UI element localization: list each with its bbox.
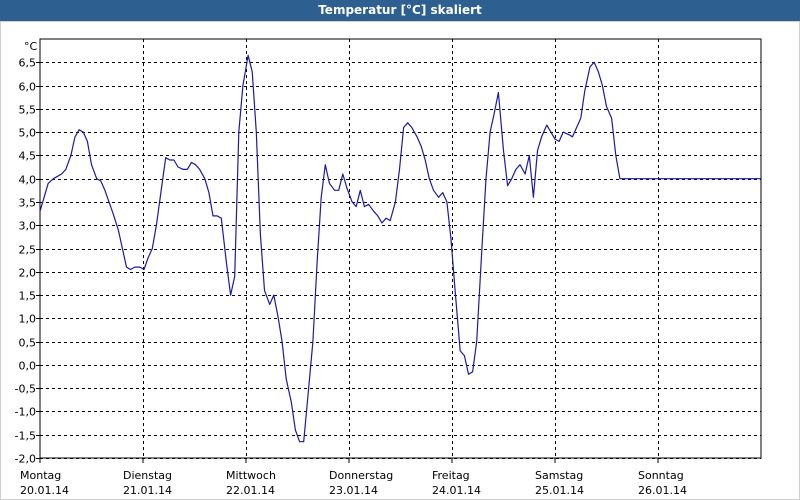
x-tick-date: 20.01.14	[20, 484, 69, 497]
y-tick-label: 0,0	[19, 360, 37, 373]
x-tick-date: 24.01.14	[432, 484, 481, 497]
temperature-chart: -2,0 -1,5 -1,0 -0,5 0,0 0,5 1,0 1,5 2,0 2,5 3,0 3,5…	[15, 38, 762, 497]
y-tick-label: 4,5	[19, 150, 37, 163]
y-tick-label: 6,0	[19, 81, 37, 94]
y-tick-label: -0,5	[15, 383, 36, 396]
x-tick-day: Samstag	[535, 469, 583, 482]
y-tick-label: 3,5	[19, 197, 37, 210]
y-tick-label: 0,5	[19, 337, 37, 350]
x-tick-date: 21.01.14	[123, 484, 172, 497]
y-tick-label: 4,0	[19, 174, 37, 187]
x-tick-day: Dienstag	[123, 469, 172, 482]
x-tick-date: 22.01.14	[226, 484, 275, 497]
y-tick-label: 2,5	[19, 244, 37, 257]
y-tick-label: 5,0	[19, 127, 37, 140]
y-tick-label: 3,0	[19, 220, 37, 233]
y-tick-label: -2,0	[15, 453, 36, 466]
y-tick-label: 2,0	[19, 267, 37, 280]
y-tick-label: -1,5	[15, 430, 36, 443]
x-tick-date: 25.01.14	[535, 484, 584, 497]
x-tick-date: 26.01.14	[638, 484, 687, 497]
y-tick-label: 5,5	[19, 104, 37, 117]
x-tick-day: Sonntag	[638, 469, 684, 482]
y-tick-label: -1,0	[15, 406, 36, 419]
x-tick-day: Freitag	[432, 469, 470, 482]
x-tick-day: Montag	[20, 469, 61, 482]
x-tick-date: 23.01.14	[329, 484, 378, 497]
x-tick-day: Mittwoch	[226, 469, 276, 482]
y-tick-label: 1,5	[19, 290, 37, 303]
plot-area	[39, 38, 762, 459]
y-unit-label: °C	[24, 40, 38, 53]
y-tick-label: 6,5	[19, 57, 37, 70]
y-tick-label: 1,0	[19, 313, 37, 326]
x-tick-day: Donnerstag	[329, 469, 393, 482]
